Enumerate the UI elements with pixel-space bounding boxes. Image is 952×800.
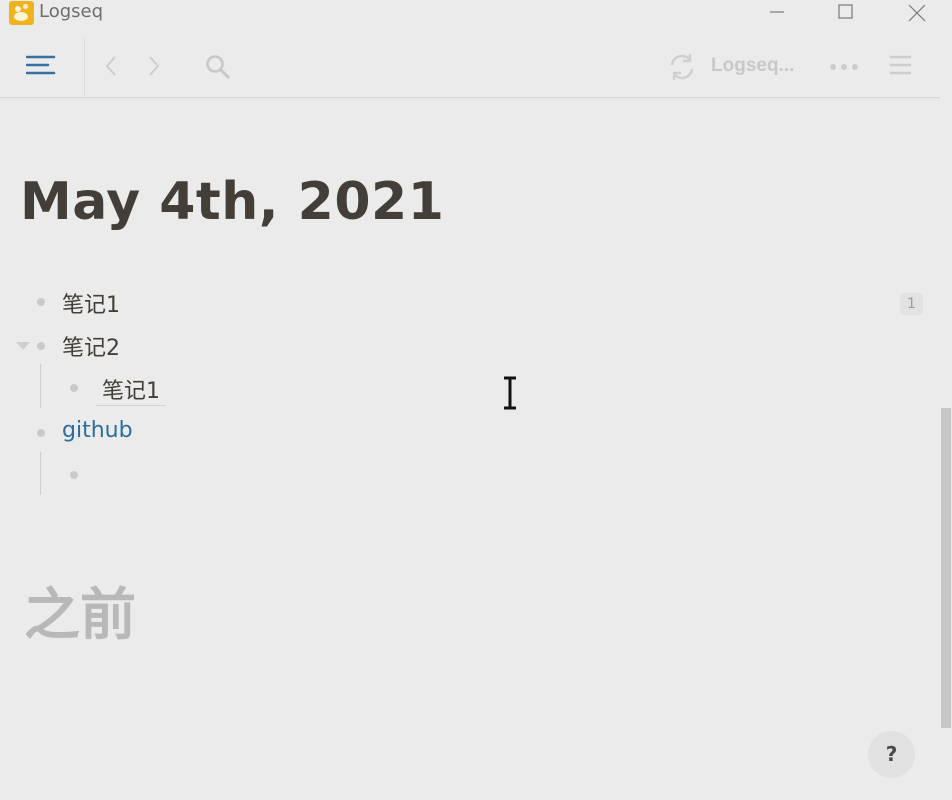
forward-icon[interactable] (147, 55, 161, 77)
right-sidebar-icon[interactable] (889, 55, 913, 77)
journals-previous-heading: 之前 (24, 583, 136, 648)
maximize-button[interactable] (823, 0, 869, 26)
close-button[interactable] (893, 0, 939, 26)
search-icon[interactable] (205, 54, 231, 80)
close-icon (908, 4, 926, 22)
more-icon[interactable] (829, 62, 859, 72)
block-bullet[interactable] (37, 342, 45, 350)
block-children-guide (40, 364, 41, 408)
menu-icon[interactable] (26, 54, 56, 80)
minimize-button[interactable] (754, 0, 800, 26)
text-cursor-icon (504, 376, 516, 410)
logseq-logo-icon (9, 1, 34, 25)
help-button[interactable]: ? (868, 731, 915, 778)
header-divider (84, 38, 85, 96)
app-header: Logseq... (0, 38, 940, 98)
repo-selector[interactable]: Logseq... (711, 55, 794, 77)
window-title: Logseq (39, 1, 104, 22)
window-titlebar: Logseq (0, 0, 952, 26)
page-title[interactable]: May 4th, 2021 (20, 172, 444, 232)
collapse-arrow-icon[interactable] (16, 342, 30, 350)
minimize-icon (770, 11, 784, 13)
block-content[interactable]: 笔记1 (62, 287, 120, 319)
block-ref-count[interactable]: 1 (900, 293, 923, 315)
block-content[interactable]: 笔记2 (62, 330, 120, 362)
maximize-icon (838, 4, 853, 19)
block-children-guide (40, 452, 41, 495)
back-icon[interactable] (104, 55, 118, 77)
block-bullet[interactable] (37, 429, 45, 437)
block-bullet[interactable] (70, 471, 78, 479)
sync-icon[interactable] (668, 53, 696, 81)
block-reference[interactable]: 笔记1 (96, 373, 166, 406)
block-bullet[interactable] (70, 384, 78, 392)
page-link-github[interactable]: github (62, 418, 133, 443)
block-bullet[interactable] (37, 298, 45, 306)
scrollbar-thumb[interactable] (941, 408, 951, 728)
